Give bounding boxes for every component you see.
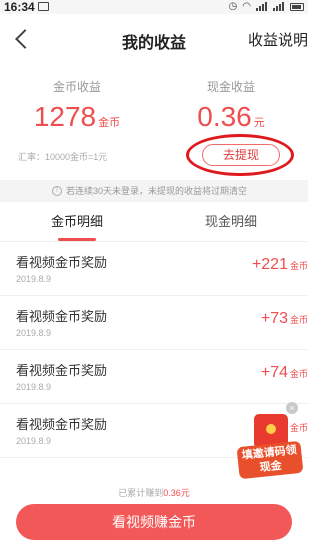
record-title: 看视频金币奖励 xyxy=(16,417,108,432)
tab-cash-details[interactable]: 现金明细 xyxy=(154,202,308,242)
expiry-notice: ! 若连续30天未登录，未提现的收益将过期清空 xyxy=(0,180,308,202)
list-item: 看视频金币奖励 2019.8.9 +221 金币 xyxy=(0,242,308,296)
close-icon[interactable]: × xyxy=(286,402,298,414)
record-date: 2019.8.9 xyxy=(16,274,52,284)
exchange-rate: 汇率：10000金币=1元 xyxy=(18,152,108,162)
record-date: 2019.8.9 xyxy=(16,328,52,338)
signal-icon xyxy=(256,2,268,11)
invite-code-promo[interactable]: × 填邀请码领现金 xyxy=(236,402,304,482)
record-title: 看视频金币奖励 xyxy=(16,363,108,378)
expiry-notice-text: 若连续30天未登录，未提现的收益将过期清空 xyxy=(66,186,248,196)
battery-icon xyxy=(290,2,304,11)
total-earned-label: 已累计赚到 xyxy=(118,488,164,498)
record-date: 2019.8.9 xyxy=(16,382,52,392)
record-unit: 金币 xyxy=(289,261,308,271)
cash-earnings-value: 0.36 xyxy=(197,101,252,132)
coin-earnings-label: 金币收益 xyxy=(52,80,101,94)
header: 我的收益 收益说明 xyxy=(0,14,308,64)
promo-text: 填邀请码领现金 xyxy=(236,440,304,480)
status-time: 16:34 xyxy=(4,0,35,14)
total-earned: 已累计赚到0.36元 xyxy=(0,486,308,499)
watch-video-button[interactable]: 看视频赚金币 xyxy=(16,504,292,540)
withdraw-button[interactable]: 去提现 xyxy=(202,144,280,166)
list-item: 看视频金币奖励 2019.8.9 +73 金币 xyxy=(0,296,308,350)
record-date: 2019.8.9 xyxy=(16,436,52,446)
detail-tabs: 金币明细 现金明细 xyxy=(0,202,308,242)
cash-earnings-label: 现金收益 xyxy=(206,80,255,94)
total-earned-value: 0.36元 xyxy=(163,488,190,498)
record-title: 看视频金币奖励 xyxy=(16,255,108,270)
signal-icon-2 xyxy=(273,2,285,11)
info-icon: ! xyxy=(52,186,62,196)
wifi-icon: ◠ xyxy=(242,1,251,12)
record-unit: 金币 xyxy=(289,315,308,325)
tab-coin-details[interactable]: 金币明细 xyxy=(0,202,154,242)
active-tab-indicator xyxy=(58,238,96,241)
earnings-info-link[interactable]: 收益说明 xyxy=(248,29,308,50)
coin-earnings: 金币收益 1278 金币 xyxy=(0,78,154,133)
image-notification-icon xyxy=(38,2,49,11)
status-bar: 16:34 ◷ ◠ xyxy=(0,0,308,14)
record-unit: 金币 xyxy=(289,369,308,379)
list-item: 看视频金币奖励 2019.8.9 +74 金币 xyxy=(0,350,308,404)
cash-earnings: 现金收益 0.36 元 xyxy=(154,78,308,133)
record-amount: +73 xyxy=(260,310,288,327)
record-amount: +221 xyxy=(251,256,288,273)
earnings-summary: 金币收益 1278 金币 现金收益 0.36 元 汇率：10000金币=1元 去提现 xyxy=(0,64,308,180)
alarm-icon: ◷ xyxy=(228,1,238,12)
record-amount: +74 xyxy=(260,364,288,381)
coin-earnings-value: 1278 xyxy=(33,101,97,132)
status-icons: ◷ ◠ xyxy=(229,1,304,12)
record-title: 看视频金币奖励 xyxy=(16,309,108,324)
coin-earnings-unit: 金币 xyxy=(98,117,121,129)
cash-earnings-unit: 元 xyxy=(253,117,265,129)
